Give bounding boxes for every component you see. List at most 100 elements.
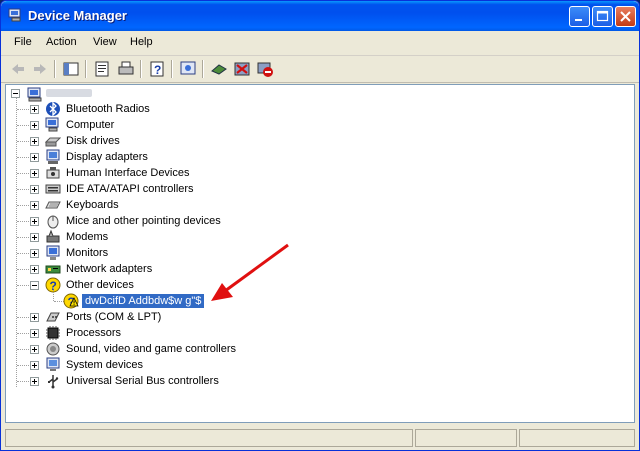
- close-button[interactable]: [615, 6, 636, 27]
- category-label[interactable]: Universal Serial Bus controllers: [66, 375, 219, 387]
- disable-device-icon[interactable]: [256, 60, 274, 78]
- tree-category-row[interactable]: Monitors: [6, 245, 606, 261]
- expand-toggle[interactable]: [30, 345, 39, 354]
- tree-line: [17, 349, 29, 350]
- category-label[interactable]: Network adapters: [66, 263, 152, 275]
- expand-toggle[interactable]: [30, 329, 39, 338]
- category-label[interactable]: Processors: [66, 327, 121, 339]
- root-collapse-toggle[interactable]: [11, 89, 20, 98]
- close-icon: [620, 11, 631, 22]
- expand-toggle[interactable]: [30, 201, 39, 210]
- category-label[interactable]: Keyboards: [66, 199, 119, 211]
- tree-category-row[interactable]: ? Other devices: [6, 277, 606, 293]
- category-label[interactable]: Human Interface Devices: [66, 167, 190, 179]
- menu-file[interactable]: File: [14, 36, 32, 48]
- category-label[interactable]: Bluetooth Radios: [66, 103, 150, 115]
- device-manager-icon: [8, 8, 21, 22]
- properties-icon[interactable]: [93, 60, 111, 78]
- expand-toggle[interactable]: [30, 377, 39, 386]
- tree-category-row[interactable]: Computer: [6, 117, 606, 133]
- tree-category-row[interactable]: Processors: [6, 325, 606, 341]
- help-icon[interactable]: ?: [148, 60, 166, 78]
- tree-category-row[interactable]: Mice and other pointing devices: [6, 213, 606, 229]
- toolbar-separator: [171, 60, 173, 78]
- forward-arrow-icon[interactable]: [31, 60, 49, 78]
- menu-view[interactable]: View: [93, 36, 117, 48]
- expand-toggle[interactable]: [30, 233, 39, 242]
- expand-toggle[interactable]: [30, 153, 39, 162]
- minimize-button[interactable]: [569, 6, 590, 27]
- category-label[interactable]: System devices: [66, 359, 143, 371]
- menu-bar: File Action View Help: [1, 31, 639, 56]
- tree-line: [17, 333, 29, 334]
- console-tree-icon[interactable]: [62, 60, 80, 78]
- tree-category-row[interactable]: Ports (COM & LPT): [6, 309, 606, 325]
- menu-action[interactable]: Action: [46, 36, 77, 48]
- ide-controller-icon: [45, 184, 61, 194]
- tree-category-row[interactable]: System devices: [6, 357, 606, 373]
- maximize-button[interactable]: [592, 6, 613, 27]
- tree-category-row[interactable]: Keyboards: [6, 197, 606, 213]
- expand-toggle[interactable]: [30, 137, 39, 146]
- device-label[interactable]: dwDcifD Addbdw$w g"$: [82, 294, 205, 308]
- expand-toggle[interactable]: [30, 265, 39, 274]
- tree-category-row[interactable]: IDE ATA/ATAPI controllers: [6, 181, 606, 197]
- device-manager-window: Device Manager File Action View Help ? B…: [0, 0, 640, 451]
- print-icon[interactable]: [117, 60, 135, 78]
- tree-category-row[interactable]: Display adapters: [6, 149, 606, 165]
- unknown-device-warning-icon: ?: [63, 293, 79, 309]
- uninstall-icon[interactable]: [233, 60, 251, 78]
- computer-icon: [45, 117, 59, 132]
- category-label[interactable]: Modems: [66, 231, 108, 243]
- expand-toggle[interactable]: [30, 217, 39, 226]
- network-adapter-icon: [45, 265, 61, 274]
- port-icon: [46, 312, 60, 322]
- tree-category-row[interactable]: Disk drives: [6, 133, 606, 149]
- title-bar[interactable]: Device Manager: [1, 1, 639, 31]
- category-label[interactable]: Disk drives: [66, 135, 120, 147]
- expand-toggle[interactable]: [30, 121, 39, 130]
- category-label[interactable]: Mice and other pointing devices: [66, 215, 221, 227]
- expand-toggle[interactable]: [30, 169, 39, 178]
- expand-toggle[interactable]: [30, 185, 39, 194]
- status-pane-2: [415, 429, 517, 447]
- device-tree[interactable]: Bluetooth Radios Computer Disk drives Displ…: [5, 84, 635, 423]
- tree-category-row[interactable]: Human Interface Devices: [6, 165, 606, 181]
- category-label[interactable]: IDE ATA/ATAPI controllers: [66, 183, 194, 195]
- status-bar: [1, 426, 639, 450]
- expand-toggle[interactable]: [30, 105, 39, 114]
- tree-line: [17, 109, 29, 110]
- usb-icon: [48, 375, 59, 389]
- tree-line: [17, 141, 29, 142]
- tree-category-row[interactable]: Universal Serial Bus controllers: [6, 373, 606, 389]
- expand-toggle[interactable]: [30, 361, 39, 370]
- category-label[interactable]: Sound, video and game controllers: [66, 343, 236, 355]
- collapse-toggle[interactable]: [30, 281, 39, 290]
- category-label[interactable]: Display adapters: [66, 151, 148, 163]
- toolbar-separator: [54, 60, 56, 78]
- root-computer-name[interactable]: [46, 89, 92, 97]
- tree-line: [17, 189, 29, 190]
- category-label[interactable]: Ports (COM & LPT): [66, 311, 161, 323]
- tree-line: [53, 287, 54, 301]
- category-label[interactable]: Computer: [66, 119, 114, 131]
- svg-text:?: ?: [154, 63, 161, 77]
- category-label[interactable]: Monitors: [66, 247, 108, 259]
- expand-toggle[interactable]: [30, 313, 39, 322]
- back-arrow-icon[interactable]: [9, 60, 27, 78]
- category-label[interactable]: Other devices: [66, 279, 134, 291]
- menu-help[interactable]: Help: [130, 36, 153, 48]
- tree-category-row[interactable]: Sound, video and game controllers: [6, 341, 606, 357]
- toolbar: ?: [1, 56, 639, 83]
- window-title: Device Manager: [28, 8, 127, 23]
- tree-line: [17, 205, 29, 206]
- expand-toggle[interactable]: [30, 249, 39, 258]
- update-driver-icon[interactable]: [210, 60, 228, 78]
- scan-hardware-icon[interactable]: [179, 60, 197, 78]
- mouse-icon: [47, 215, 59, 229]
- tree-category-row[interactable]: Modems: [6, 229, 606, 245]
- tree-child-row[interactable]: ? dwDcifD Addbdw$w g"$: [6, 287, 606, 309]
- toolbar-separator: [140, 60, 142, 78]
- tree-category-row[interactable]: Bluetooth Radios: [6, 101, 606, 117]
- tree-category-row[interactable]: Network adapters: [6, 261, 606, 277]
